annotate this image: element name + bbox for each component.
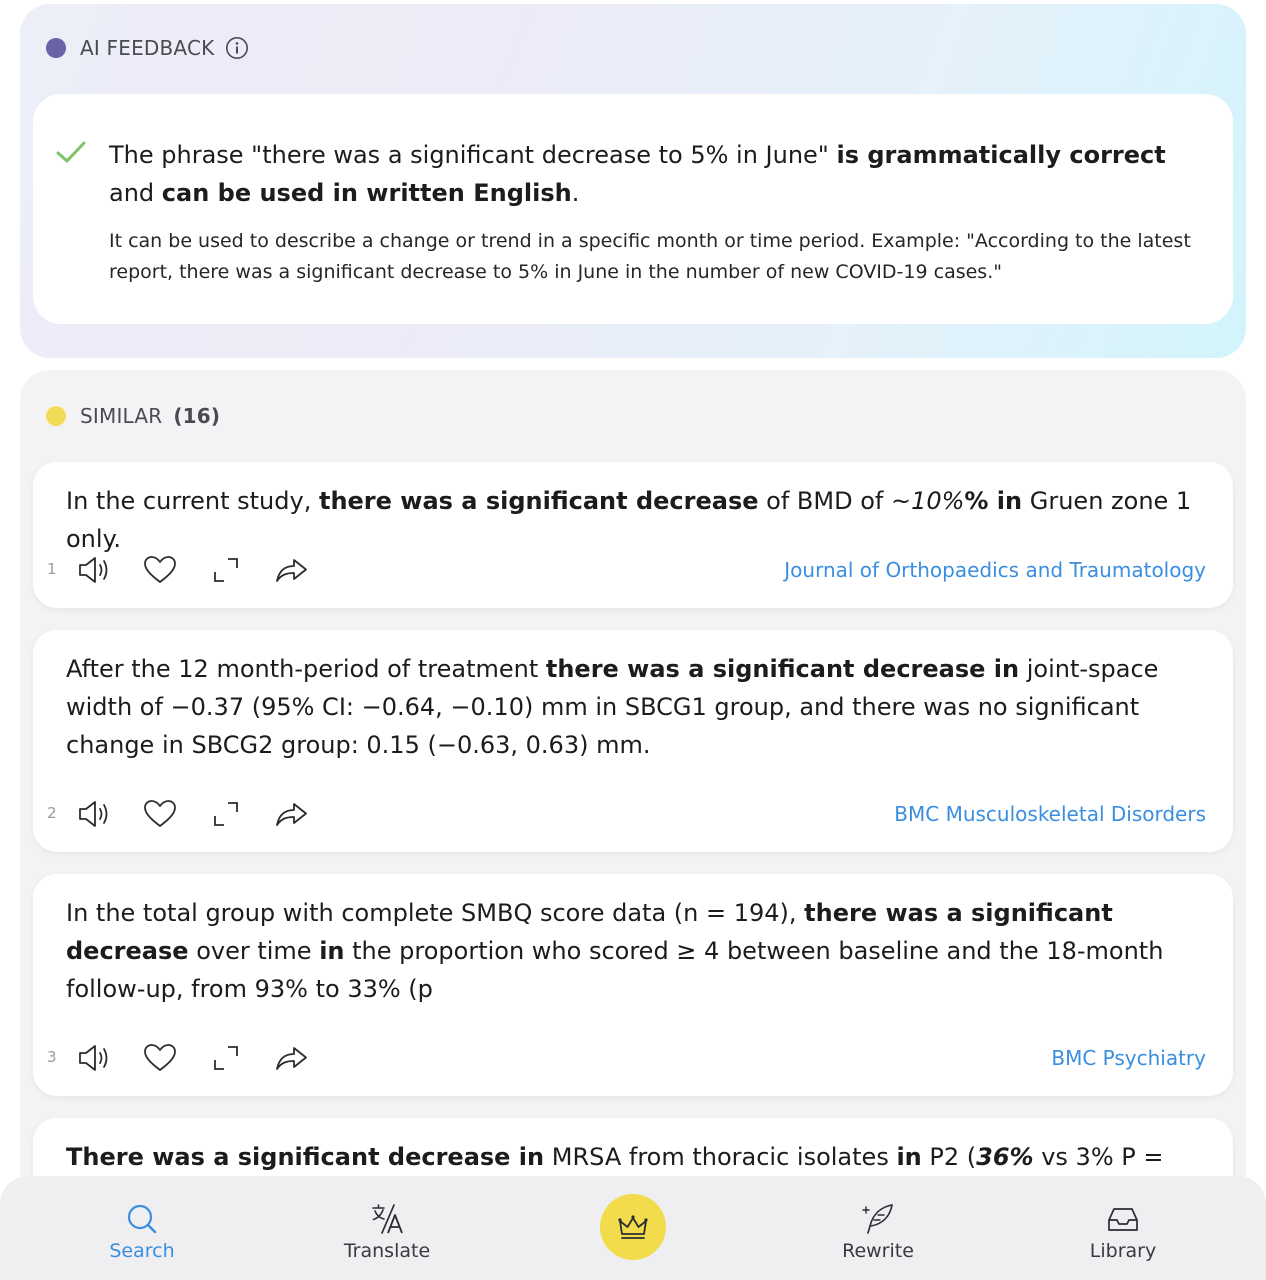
example-card[interactable]: In the current study, there was a signif… [33, 462, 1233, 608]
feedback-verdict: The phrase "there was a significant decr… [109, 141, 1166, 207]
premium-button[interactable] [600, 1194, 666, 1260]
bottom-nav: Search Translate Rewrite Library [0, 1176, 1266, 1280]
share-icon[interactable] [273, 796, 309, 832]
feedback-card: The phrase "there was a significant decr… [33, 94, 1233, 324]
source-link[interactable]: Journal of Orthopaedics and Traumatology [784, 558, 1206, 582]
speaker-icon[interactable] [76, 552, 112, 588]
source-link[interactable]: BMC Musculoskeletal Disorders [894, 802, 1206, 826]
heart-icon[interactable] [142, 552, 178, 588]
quill-icon [862, 1204, 893, 1234]
nav-rewrite[interactable]: Rewrite [808, 1202, 948, 1262]
example-actions: 3 BMC Psychiatry [33, 1024, 1233, 1096]
nav-rewrite-label: Rewrite [842, 1240, 914, 1262]
check-icon [56, 141, 86, 163]
expand-icon[interactable] [208, 552, 244, 588]
example-number: 2 [47, 804, 57, 822]
example-sentence: After the 12 month-period of treatment t… [66, 655, 1159, 759]
nav-translate[interactable]: Translate [317, 1202, 457, 1262]
heart-icon[interactable] [142, 1040, 178, 1076]
nav-library[interactable]: Library [1053, 1202, 1193, 1262]
share-icon[interactable] [273, 552, 309, 588]
share-icon[interactable] [273, 1040, 309, 1076]
example-actions: 1 Journal of Orthopaedics and Traumatolo… [33, 536, 1233, 608]
similar-title: SIMILAR [80, 404, 163, 428]
inbox-icon [1108, 1208, 1138, 1231]
ai-feedback-dot [46, 38, 66, 58]
example-card[interactable]: In the total group with complete SMBQ sc… [33, 874, 1233, 1096]
nav-library-label: Library [1089, 1240, 1157, 1262]
similar-header: SIMILAR (16) [46, 404, 220, 428]
search-icon [127, 1204, 157, 1234]
ai-feedback-panel: AI FEEDBACK The phrase "there was a sign… [20, 4, 1246, 358]
example-number: 1 [47, 560, 57, 578]
expand-icon[interactable] [208, 796, 244, 832]
ai-feedback-title: AI FEEDBACK [80, 36, 215, 60]
expand-icon[interactable] [208, 1040, 244, 1076]
example-sentence: In the total group with complete SMBQ sc… [66, 899, 1164, 1003]
crown-icon [618, 1215, 648, 1239]
feedback-detail: It can be used to describe a change or t… [109, 230, 1191, 283]
similar-count: (16) [173, 404, 221, 428]
nav-search-label: Search [109, 1240, 175, 1262]
speaker-icon[interactable] [76, 1040, 112, 1076]
example-card[interactable]: After the 12 month-period of treatment t… [33, 630, 1233, 852]
heart-icon[interactable] [142, 796, 178, 832]
speaker-icon[interactable] [76, 796, 112, 832]
nav-translate-label: Translate [343, 1240, 431, 1262]
example-number: 3 [47, 1048, 57, 1066]
example-actions: 2 BMC Musculoskeletal Disorders [33, 780, 1233, 852]
ai-feedback-header: AI FEEDBACK [46, 36, 249, 60]
info-icon[interactable] [225, 36, 249, 60]
nav-search[interactable]: Search [72, 1202, 212, 1262]
source-link[interactable]: BMC Psychiatry [1051, 1046, 1206, 1070]
translate-icon [372, 1204, 403, 1234]
example-sentence: There was a significant decrease in MRSA… [66, 1143, 1164, 1171]
similar-dot [46, 406, 66, 426]
